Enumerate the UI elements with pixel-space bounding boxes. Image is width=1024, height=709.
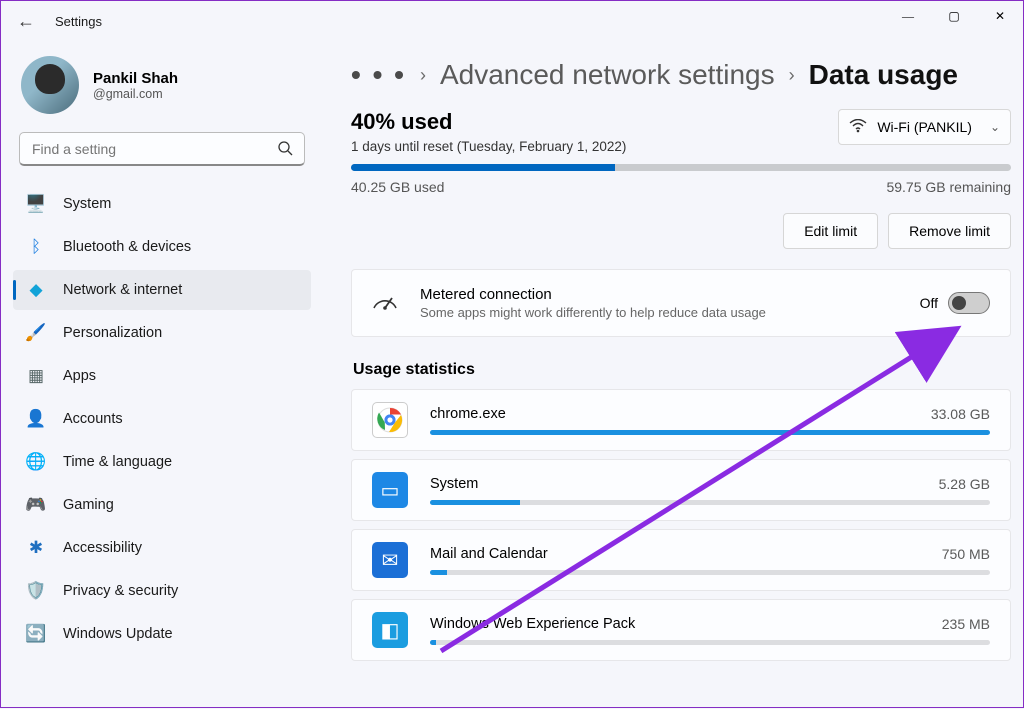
sidebar-item-label: Time & language: [63, 454, 172, 470]
nav-icon: 🎮: [25, 494, 47, 516]
profile-name: Pankil Shah: [93, 70, 178, 87]
metered-title: Metered connection: [420, 286, 766, 303]
profile-block[interactable]: Pankil Shah @gmail.com: [13, 56, 311, 132]
app-usage-bar: [430, 640, 990, 645]
avatar: [21, 56, 79, 114]
metered-state-label: Off: [920, 295, 938, 311]
wifi-icon: [849, 119, 867, 136]
window-title: Settings: [55, 14, 102, 29]
sidebar-item-label: System: [63, 196, 111, 212]
app-name: Mail and Calendar: [430, 546, 548, 562]
sidebar-item-label: Accounts: [63, 411, 123, 427]
nav-icon: 🖌️: [25, 322, 47, 344]
maximize-button[interactable]: ▢: [931, 1, 977, 31]
nav-icon: 🖥️: [25, 193, 47, 215]
app-size: 33.08 GB: [931, 406, 990, 422]
sidebar-item-accessibility[interactable]: ✱ Accessibility: [13, 528, 311, 568]
nav-icon: ▦: [25, 365, 47, 387]
back-icon[interactable]: ←: [17, 11, 35, 32]
sidebar-item-accounts[interactable]: 👤 Accounts: [13, 399, 311, 439]
usage-percent: 40% used: [351, 109, 626, 135]
app-name: chrome.exe: [430, 406, 506, 422]
nav-icon: 👤: [25, 408, 47, 430]
breadcrumb: • • • › Advanced network settings › Data…: [351, 59, 1011, 91]
nav-icon: 🛡️: [25, 580, 47, 602]
close-button[interactable]: ✕: [977, 1, 1023, 31]
sidebar: Pankil Shah @gmail.com 🖥️ System ᛒ Bluetoot…: [1, 41, 321, 709]
app-usage-bar: [430, 500, 990, 505]
main-content: • • • › Advanced network settings › Data…: [321, 41, 1023, 709]
app-icon: ◧: [372, 612, 408, 648]
app-usage-bar: [430, 570, 990, 575]
sidebar-item-windows-update[interactable]: 🔄 Windows Update: [13, 614, 311, 654]
chevron-down-icon: ⌄: [990, 120, 1000, 134]
edit-limit-button[interactable]: Edit limit: [783, 213, 878, 249]
nav-icon: 🌐: [25, 451, 47, 473]
metered-toggle[interactable]: [948, 292, 990, 314]
search-box: [19, 132, 305, 166]
breadcrumb-more-icon[interactable]: • • •: [351, 59, 406, 91]
usage-progress-bar: [351, 164, 1011, 171]
minimize-button[interactable]: —: [885, 1, 931, 31]
sidebar-item-gaming[interactable]: 🎮 Gaming: [13, 485, 311, 525]
meter-icon: [372, 290, 398, 316]
sidebar-item-bluetooth-devices[interactable]: ᛒ Bluetooth & devices: [13, 227, 311, 267]
network-selector[interactable]: Wi-Fi (PANKIL) ⌄: [838, 109, 1011, 145]
nav-icon: ᛒ: [25, 236, 47, 258]
sidebar-item-system[interactable]: 🖥️ System: [13, 184, 311, 224]
app-name: System: [430, 476, 478, 492]
app-usage-row[interactable]: ▭ System 5.28 GB: [351, 459, 1011, 521]
sidebar-item-network-internet[interactable]: ◆ Network & internet: [13, 270, 311, 310]
nav-icon: ✱: [25, 537, 47, 559]
app-size: 750 MB: [942, 546, 990, 562]
window-controls: — ▢ ✕: [885, 1, 1023, 31]
sidebar-item-label: Bluetooth & devices: [63, 239, 191, 255]
profile-email: @gmail.com: [93, 87, 178, 101]
app-usage-bar: [430, 430, 990, 435]
nav-icon: ◆: [25, 279, 47, 301]
sidebar-item-label: Gaming: [63, 497, 114, 513]
breadcrumb-current: Data usage: [809, 59, 958, 91]
sidebar-item-personalization[interactable]: 🖌️ Personalization: [13, 313, 311, 353]
app-name: Windows Web Experience Pack: [430, 616, 635, 632]
sidebar-item-label: Accessibility: [63, 540, 142, 556]
sidebar-nav: 🖥️ System ᛒ Bluetooth & devices ◆ Network & i…: [13, 184, 311, 654]
network-selector-label: Wi-Fi (PANKIL): [877, 119, 972, 135]
chevron-right-icon: ›: [789, 65, 795, 86]
app-icon: ✉: [372, 542, 408, 578]
stats-title: Usage statistics: [353, 361, 1011, 379]
app-usage-row[interactable]: ✉ Mail and Calendar 750 MB: [351, 529, 1011, 591]
sidebar-item-label: Privacy & security: [63, 583, 178, 599]
search-icon: [277, 140, 293, 161]
nav-icon: 🔄: [25, 623, 47, 645]
search-input[interactable]: [19, 132, 305, 166]
sidebar-item-label: Network & internet: [63, 282, 182, 298]
usage-remaining-label: 59.75 GB remaining: [886, 179, 1011, 195]
sidebar-item-apps[interactable]: ▦ Apps: [13, 356, 311, 396]
sidebar-item-label: Windows Update: [63, 626, 173, 642]
sidebar-item-time-language[interactable]: 🌐 Time & language: [13, 442, 311, 482]
remove-limit-button[interactable]: Remove limit: [888, 213, 1011, 249]
app-usage-row[interactable]: chrome.exe 33.08 GB: [351, 389, 1011, 451]
breadcrumb-parent[interactable]: Advanced network settings: [440, 59, 775, 91]
app-icon: ▭: [372, 472, 408, 508]
app-icon: [372, 402, 408, 438]
sidebar-item-label: Apps: [63, 368, 96, 384]
sidebar-item-privacy-security[interactable]: 🛡️ Privacy & security: [13, 571, 311, 611]
titlebar: ← Settings: [1, 1, 1023, 41]
metered-subtitle: Some apps might work differently to help…: [420, 305, 766, 320]
sidebar-item-label: Personalization: [63, 325, 162, 341]
app-usage-row[interactable]: ◧ Windows Web Experience Pack 235 MB: [351, 599, 1011, 661]
app-size: 5.28 GB: [939, 476, 990, 492]
usage-used-label: 40.25 GB used: [351, 179, 444, 195]
app-size: 235 MB: [942, 616, 990, 632]
metered-connection-card: Metered connection Some apps might work …: [351, 269, 1011, 337]
chevron-right-icon: ›: [420, 65, 426, 86]
usage-reset: 1 days until reset (Tuesday, February 1,…: [351, 139, 626, 154]
